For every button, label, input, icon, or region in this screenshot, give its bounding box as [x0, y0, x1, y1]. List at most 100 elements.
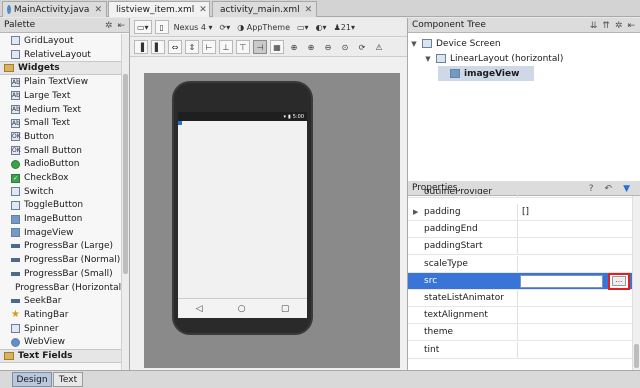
palette-item-progressbar-large[interactable]: ProgressBar (Large)	[0, 240, 122, 254]
fill-height-icon[interactable]: ⇕	[185, 40, 199, 54]
expand-icon[interactable]: ▶	[413, 208, 418, 216]
browse-resource-button[interactable]: ...	[608, 272, 630, 290]
palette-item-plain-textview[interactable]: Ab Plain TextView	[0, 75, 122, 89]
layout-icon[interactable]: ▭▾	[134, 20, 152, 34]
tab-listview-item-xml[interactable]: listview_item.xml ✕	[108, 1, 210, 17]
device-screen[interactable]: ▾ ▮ 5:00 ◁ ○ ▢	[178, 112, 307, 318]
activity-selector[interactable]: ▭▾	[295, 20, 311, 34]
api-selector[interactable]: ♟ 21 ▾	[332, 20, 357, 34]
close-icon[interactable]: ✕	[94, 5, 102, 15]
palette-item-small-button[interactable]: OK Small Button	[0, 144, 122, 158]
close-icon[interactable]: ✕	[199, 5, 207, 15]
property-value[interactable]	[518, 342, 632, 358]
margins-icon[interactable]: ▦	[270, 40, 284, 54]
fill-width-icon[interactable]: ⇔	[168, 40, 182, 54]
palette-item-progressbar-horizontal[interactable]: ProgressBar (Horizontal)	[0, 281, 125, 295]
palette-item-checkbox[interactable]: ✓ CheckBox	[0, 171, 122, 185]
zoom-fit-icon[interactable]: ⊕	[287, 40, 301, 54]
device-selector[interactable]: Nexus 4 ▾	[172, 20, 215, 34]
palette-item-ratingbar[interactable]: ★ RatingBar	[0, 308, 122, 322]
tab-activity-main-xml[interactable]: activity_main.xml ✕	[212, 1, 317, 17]
theme-selector[interactable]: ◑ AppTheme	[235, 20, 292, 34]
property-row-theme[interactable]: theme	[408, 324, 632, 342]
property-value[interactable]	[518, 256, 632, 272]
palette-item-label: RatingBar	[24, 309, 69, 320]
hide-panel-icon[interactable]: ⇤	[117, 21, 125, 31]
property-row-tint[interactable]: tint	[408, 341, 632, 359]
palette-item-gridlayout[interactable]: GridLayout	[0, 34, 122, 48]
gravity-right-icon[interactable]: ⊣	[253, 40, 267, 54]
refresh-icon[interactable]: ⟳	[355, 40, 369, 54]
hide-panel-icon[interactable]: ⇤	[627, 21, 635, 31]
property-value[interactable]	[518, 221, 632, 237]
orientation-icon[interactable]: ⟳▾	[218, 20, 233, 34]
tab-mainactivity-java[interactable]: MainActivity.java ✕	[2, 1, 107, 17]
src-value-input[interactable]	[520, 274, 603, 288]
palette-item-radiobutton[interactable]: RadioButton	[0, 158, 122, 172]
palette-item-progressbar-normal[interactable]: ProgressBar (Normal)	[0, 253, 122, 267]
device-icon[interactable]: ▯	[154, 20, 169, 34]
property-row-statelistanimator[interactable]: stateListAnimator	[408, 290, 632, 307]
property-row-paddingend[interactable]: paddingEnd	[408, 221, 632, 239]
gear-icon[interactable]: ✲	[105, 21, 113, 31]
palette-category-widgets[interactable]: Widgets	[0, 61, 122, 76]
collapse-icon[interactable]: ▼	[424, 55, 432, 63]
palette-category-text-fields[interactable]: Text Fields	[0, 349, 122, 364]
locale-selector[interactable]: ◐▾	[314, 20, 329, 34]
palette-item-switch[interactable]: Switch	[0, 185, 122, 199]
tab-text[interactable]: Text	[53, 372, 83, 387]
property-value[interactable]	[518, 307, 632, 323]
palette-item-seekbar[interactable]: SeekBar	[0, 294, 122, 308]
zoom-in-icon[interactable]: ⊕	[304, 40, 318, 54]
property-row-textalignment[interactable]: textAlignment	[408, 307, 632, 325]
property-value[interactable]	[518, 189, 632, 197]
property-value[interactable]: []	[518, 204, 632, 220]
tree-item-linearlayout[interactable]: ▼ LinearLayout (horizontal)	[424, 51, 563, 66]
property-row-scaletype[interactable]: scaleType	[408, 255, 632, 273]
zoom-out-icon[interactable]: ⊖	[321, 40, 335, 54]
palette-item-spinner[interactable]: Spinner	[0, 322, 122, 336]
palette-item-label: ProgressBar (Normal)	[24, 255, 121, 266]
palette-item-togglebutton[interactable]: ToggleButton	[0, 199, 122, 213]
zoom-actual-icon[interactable]: ⊙	[338, 40, 352, 54]
property-row-src[interactable]: src...	[408, 272, 632, 290]
palette-item-imageview[interactable]: ImageView	[0, 226, 122, 240]
property-value[interactable]	[518, 290, 632, 306]
palette-item-large-text[interactable]: Ab Large Text	[0, 89, 122, 103]
tab-design[interactable]: Design	[12, 372, 52, 387]
palette-item-button[interactable]: OK Button	[0, 130, 122, 144]
gravity-center-icon[interactable]: ⊥	[219, 40, 233, 54]
close-icon[interactable]: ✕	[305, 5, 313, 15]
align-center-icon[interactable]: ▌	[151, 40, 165, 54]
design-canvas[interactable]: ▾ ▮ 5:00 ◁ ○ ▢	[144, 73, 400, 368]
tree-item-imageview[interactable]: imageView	[438, 66, 534, 81]
selected-imageview[interactable]	[178, 121, 182, 125]
warning-icon[interactable]: ⚠	[372, 40, 386, 54]
palette-item-small-text[interactable]: Ab Small Text	[0, 116, 122, 130]
progressbar-icon	[11, 244, 20, 249]
gravity-left-icon[interactable]: ⊢	[202, 40, 216, 54]
tree-item-device-screen[interactable]: ▼ Device Screen	[410, 36, 500, 51]
palette-item-medium-text[interactable]: Ab Medium Text	[0, 103, 122, 117]
palette-item-relativelayout[interactable]: RelativeLayout	[0, 48, 122, 62]
palette-item-progressbar-small[interactable]: ProgressBar (Small)	[0, 267, 122, 281]
property-value[interactable]: ...	[518, 272, 632, 290]
theme-label: AppTheme	[246, 22, 290, 32]
collapse-icon[interactable]: ▼	[410, 40, 418, 48]
expand-all-icon[interactable]: ⇊	[590, 21, 598, 31]
palette-item-webview[interactable]: WebView	[0, 335, 122, 349]
property-value[interactable]	[518, 238, 632, 254]
property-row-outlineprovider[interactable]: outlineProvider	[408, 189, 632, 198]
property-row-paddingstart[interactable]: paddingStart	[408, 238, 632, 256]
palette-panel: Palette ✲ ⇤ GridLayout RelativeLayout Wi…	[0, 18, 130, 370]
palette-item-imagebutton[interactable]: ImageButton	[0, 212, 122, 226]
gear-icon[interactable]: ✲	[615, 21, 623, 31]
palette-scrollbar[interactable]	[121, 34, 129, 370]
property-value[interactable]	[518, 324, 632, 340]
property-row-padding[interactable]: ▶ padding []	[408, 204, 632, 221]
gravity-bottom-icon[interactable]: ⊤	[236, 40, 250, 54]
properties-scrollbar[interactable]	[632, 196, 640, 370]
palette-item-label: ProgressBar (Large)	[24, 241, 114, 252]
collapse-all-icon[interactable]: ⇈	[602, 21, 610, 31]
align-left-icon[interactable]: ▐	[134, 40, 148, 54]
